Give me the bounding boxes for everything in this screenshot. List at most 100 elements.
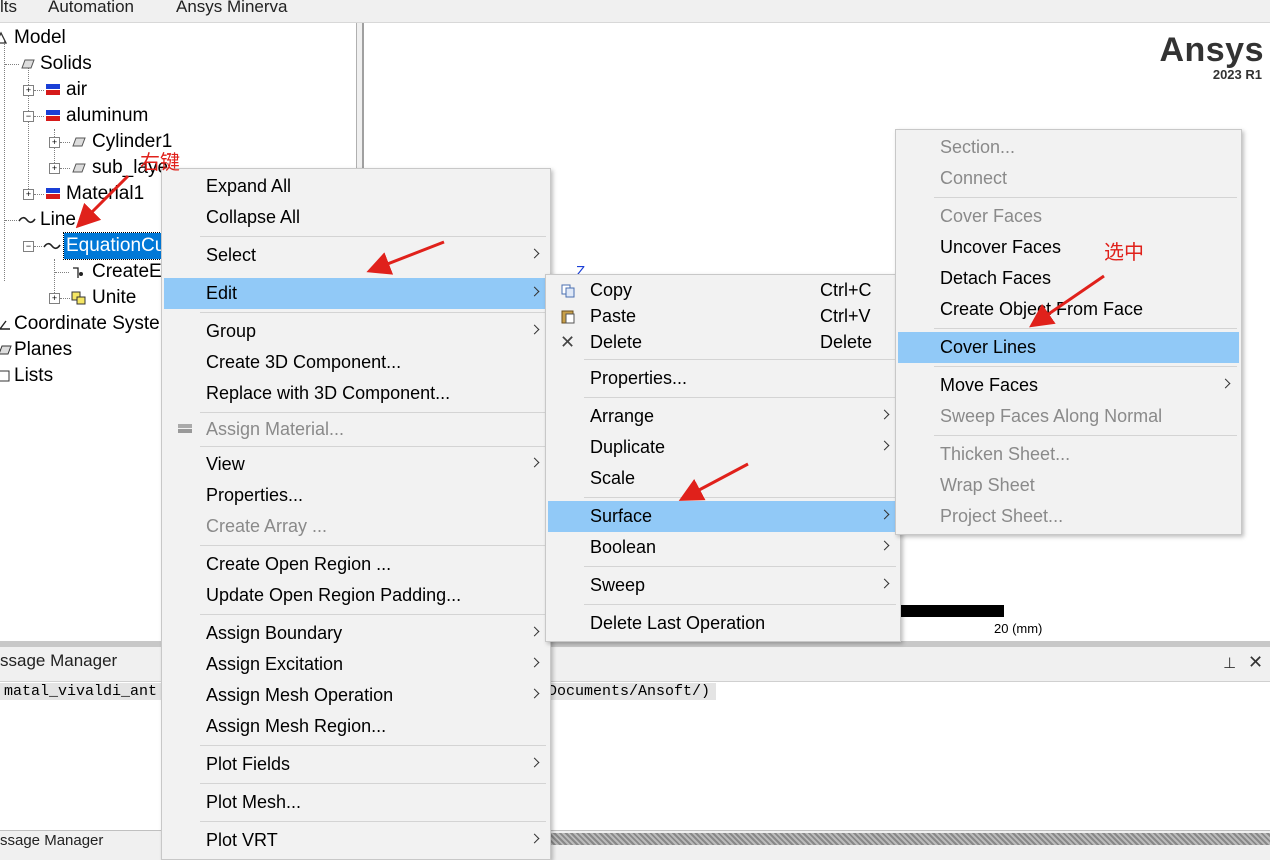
menu-item-surface[interactable]: Surface: [548, 501, 898, 532]
solid-icon: [72, 137, 86, 147]
operation-icon: [73, 267, 83, 278]
submenu-arrow-icon: [529, 248, 540, 259]
submenu-arrow-icon: [529, 626, 540, 637]
menu-item-plot-vrt[interactable]: Plot VRT: [164, 825, 548, 856]
menu-item-collapse-all[interactable]: Collapse All: [164, 202, 548, 233]
ansys-logo: Ansys: [1159, 31, 1264, 69]
menu-item-group[interactable]: Group: [164, 316, 548, 347]
solid-icon: [21, 59, 35, 69]
menu-item-section: Section...: [940, 137, 1016, 157]
submenu-arrow-icon: [529, 657, 540, 668]
menu-item-view[interactable]: View: [164, 449, 548, 480]
plane-icon: [0, 345, 12, 355]
menu-item-paste[interactable]: Paste Ctrl+V: [548, 303, 898, 329]
bottom-message-title: ssage Manager: [0, 832, 104, 849]
menu-item-boolean[interactable]: Boolean: [548, 532, 898, 563]
menu-item-create-3d-component[interactable]: Create 3D Component...: [164, 347, 548, 378]
progress-hatch: [548, 833, 1270, 845]
submenu-arrow-icon: [879, 409, 890, 420]
menu-item-edit-properties[interactable]: Properties...: [548, 363, 898, 394]
menu-item-cover-lines[interactable]: Cover Lines: [898, 332, 1239, 363]
expand-icon[interactable]: +: [49, 293, 60, 304]
menu-item-copy[interactable]: Copy Ctrl+C: [548, 277, 898, 303]
collapse-icon[interactable]: −: [23, 241, 34, 252]
menu-item-create-object-from-face[interactable]: Create Object From Face: [898, 294, 1239, 325]
menu-item-edit[interactable]: Edit: [164, 278, 548, 309]
line-icon: [18, 216, 36, 224]
submenu-arrow-icon: [529, 688, 540, 699]
collapse-icon[interactable]: −: [23, 111, 34, 122]
submenu-arrow-icon: [879, 540, 890, 551]
expand-icon[interactable]: +: [23, 189, 34, 200]
paste-icon: [561, 310, 575, 324]
surface-submenu: Section... Connect Cover Faces Uncover F…: [895, 129, 1242, 535]
expand-icon[interactable]: +: [49, 137, 60, 148]
menu-item-project-sheet: Project Sheet...: [940, 506, 1064, 526]
message-line-left: matal_vivaldi_ant: [0, 683, 162, 700]
submenu-arrow-icon: [529, 833, 540, 844]
submenu-arrow-icon: [879, 440, 890, 451]
expand-icon[interactable]: +: [49, 163, 60, 174]
submenu-arrow-icon: [529, 757, 540, 768]
material-icon: [46, 188, 60, 199]
menu-item-assign-mesh-region[interactable]: Assign Mesh Region...: [164, 711, 548, 742]
model-icon: [0, 31, 8, 44]
menu-item-thicken-sheet: Thicken Sheet...: [940, 444, 1071, 464]
expand-icon[interactable]: +: [23, 85, 34, 96]
pin-icon[interactable]: ⊥: [1223, 654, 1236, 672]
material-icon: [46, 110, 60, 121]
menu-item-detach-faces[interactable]: Detach Faces: [898, 263, 1239, 294]
list-icon: [0, 370, 10, 382]
material-icon: [178, 424, 192, 433]
menu-item-uncover-faces[interactable]: Uncover Faces: [898, 232, 1239, 263]
menu-item-create-open-region[interactable]: Create Open Region ...: [164, 549, 548, 580]
menu-ansys-minerva[interactable]: Ansys Minerva: [176, 0, 287, 17]
line-icon: [43, 242, 61, 250]
menu-item-arrange[interactable]: Arrange: [548, 401, 898, 432]
menu-item-assign-boundary[interactable]: Assign Boundary: [164, 618, 548, 649]
annotation-right-click: 右键: [140, 152, 180, 174]
message-manager-title: ssage Manager: [0, 651, 118, 670]
context-menu: Expand All Collapse All Select Edit Grou…: [161, 168, 551, 860]
edit-submenu: Copy Ctrl+C Paste Ctrl+V ✕ Delete Delete Pr…: [545, 274, 901, 642]
menu-item-assign-mesh-operation[interactable]: Assign Mesh Operation: [164, 680, 548, 711]
menu-automation[interactable]: Automation: [48, 0, 134, 17]
menu-item-sweep-faces-along-normal: Sweep Faces Along Normal: [940, 406, 1163, 426]
submenu-arrow-icon: [529, 457, 540, 468]
scale-label: 20 (mm): [994, 621, 1043, 636]
menu-item-connect: Connect: [940, 168, 1008, 188]
submenu-arrow-icon: [879, 509, 890, 520]
menu-item-move-faces[interactable]: Move Faces: [898, 370, 1239, 401]
menu-item-assign-excitation[interactable]: Assign Excitation: [164, 649, 548, 680]
scale-bar: [900, 605, 1004, 617]
menu-item-sweep[interactable]: Sweep: [548, 570, 898, 601]
menu-item-wrap-sheet: Wrap Sheet: [940, 475, 1035, 495]
close-icon[interactable]: ✕: [1248, 652, 1263, 673]
menu-item-delete[interactable]: ✕ Delete Delete: [548, 329, 898, 355]
menu-item-delete-last-operation[interactable]: Delete Last Operation: [548, 608, 898, 639]
menu-item-select[interactable]: Select: [164, 240, 548, 271]
menu-results[interactable]: lts: [0, 0, 17, 17]
version-label: 2023 R1: [1212, 67, 1262, 82]
menu-item-plot-mesh[interactable]: Plot Mesh...: [164, 787, 548, 818]
menu-item-expand-all[interactable]: Expand All: [164, 171, 548, 202]
submenu-arrow-icon: [529, 324, 540, 335]
submenu-arrow-icon: [879, 578, 890, 589]
menu-item-replace-3d-component[interactable]: Replace with 3D Component...: [164, 378, 548, 409]
message-line-right: Documents/Ansoft/): [546, 683, 717, 700]
menu-item-properties[interactable]: Properties...: [164, 480, 548, 511]
submenu-arrow-icon: [529, 286, 540, 297]
coordinate-system-icon: [0, 320, 10, 330]
menu-item-duplicate[interactable]: Duplicate: [548, 432, 898, 463]
menu-item-cover-faces: Cover Faces: [940, 206, 1043, 226]
annotation-select: 选中: [1104, 242, 1144, 264]
menu-item-scale[interactable]: Scale: [548, 463, 898, 494]
delete-icon: ✕: [560, 332, 576, 352]
menu-item-assign-material: Assign Material...: [164, 414, 548, 445]
menu-item-update-open-region-padding[interactable]: Update Open Region Padding...: [164, 580, 548, 611]
menu-bar: lts Automation Ansys Minerva: [0, 0, 1270, 23]
solid-icon: [72, 163, 86, 173]
submenu-arrow-icon: [1220, 378, 1231, 389]
copy-icon: [561, 284, 575, 298]
menu-item-plot-fields[interactable]: Plot Fields: [164, 749, 548, 780]
